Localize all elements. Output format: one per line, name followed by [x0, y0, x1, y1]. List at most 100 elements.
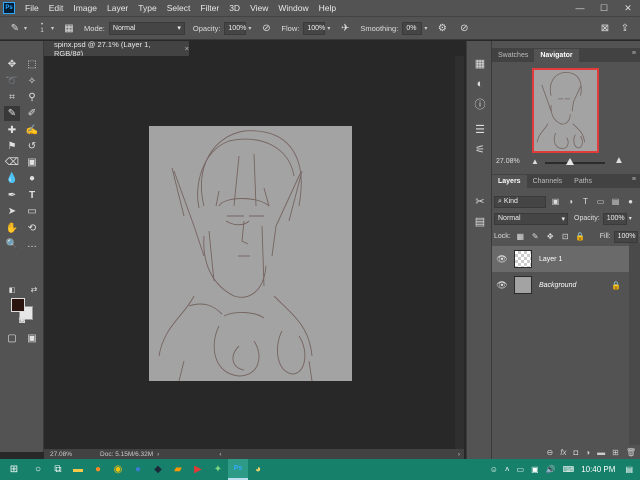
history-icon[interactable]: ▦	[472, 55, 488, 71]
panel-menu-icon[interactable]: ≡	[632, 50, 636, 57]
shape-filter-icon[interactable]: ▭	[595, 196, 606, 207]
menu-type[interactable]: Type	[138, 3, 156, 13]
chevron-down-icon[interactable]: ▾	[629, 215, 632, 222]
canvas-area[interactable]	[44, 56, 455, 449]
steam-icon[interactable]: ◆	[148, 459, 168, 480]
chrome-icon[interactable]: ◉	[108, 459, 128, 480]
clock[interactable]: 10:40 PM	[581, 465, 615, 474]
path-selection-tool-icon[interactable]: ➤	[4, 204, 20, 219]
adjustment-layer-icon[interactable]: ◑	[585, 448, 590, 457]
gear-icon[interactable]: ⚙	[435, 21, 449, 35]
default-colors-icon[interactable]: ◧	[4, 282, 20, 297]
type-tool-icon[interactable]: T	[24, 188, 40, 203]
chevron-right-icon[interactable]: ›	[157, 451, 159, 458]
app-icon[interactable]: ◕	[248, 459, 268, 480]
panel-menu-icon[interactable]: ≡	[632, 176, 636, 183]
brush-settings-icon[interactable]: ▦	[62, 21, 76, 35]
menu-select[interactable]: Select	[167, 3, 191, 13]
lock-transparency-icon[interactable]: ▦	[515, 231, 526, 242]
navigator-preview[interactable]	[532, 68, 599, 153]
display-icon[interactable]: ▣	[531, 465, 539, 474]
document-tab[interactable]: spinx.psd @ 27.1% (Layer 1, RGB/8#) ×	[44, 40, 189, 58]
firefox-nightly-icon[interactable]: ●	[128, 459, 148, 480]
close-icon[interactable]: ×	[185, 44, 189, 53]
pressure-size-icon[interactable]: ⊘	[457, 21, 471, 35]
new-layer-icon[interactable]: ⊞	[612, 448, 619, 457]
move-tool-icon[interactable]: ✥	[4, 57, 20, 72]
menu-file[interactable]: File	[25, 3, 39, 13]
filter-toggle-icon[interactable]: ●	[625, 196, 636, 207]
adjustments-icon[interactable]: ☰	[472, 121, 488, 137]
marquee-tool-icon[interactable]: ⬚	[24, 57, 40, 72]
properties-icon[interactable]: ⚟	[472, 141, 488, 157]
adjustment-filter-icon[interactable]: ◑	[565, 196, 576, 207]
layers-scrollbar[interactable]	[629, 243, 640, 445]
tab-paths[interactable]: Paths	[568, 175, 598, 188]
pencil-tool-icon[interactable]: ✐	[24, 106, 40, 121]
magic-wand-tool-icon[interactable]: ✧	[24, 74, 40, 89]
healing-tool-icon[interactable]: ✚	[4, 123, 20, 138]
lock-pixels-icon[interactable]: ✎	[530, 231, 541, 242]
chevron-down-icon[interactable]: ▾	[327, 25, 330, 32]
menu-window[interactable]: Window	[278, 3, 308, 13]
opacity-field[interactable]: 100%	[224, 21, 247, 35]
tab-channels[interactable]: Channels	[527, 175, 569, 188]
filter-kind-select[interactable]: ⌕ Kind	[494, 195, 546, 208]
volume-icon[interactable]: 🔊	[546, 465, 556, 474]
menu-3d[interactable]: 3D	[229, 3, 240, 13]
layer-row-background[interactable]: 👁 Background 🔒	[492, 272, 629, 298]
zoom-readout[interactable]: 27.08%	[50, 451, 72, 458]
hand-tool-icon[interactable]: ✋	[4, 221, 20, 236]
foreground-color-swatch[interactable]	[11, 298, 25, 312]
media-icon[interactable]: ▶	[188, 459, 208, 480]
lasso-tool-icon[interactable]: ➰	[4, 74, 20, 89]
menu-layer[interactable]: Layer	[107, 3, 128, 13]
layer-name[interactable]: Layer 1	[539, 256, 562, 263]
menu-help[interactable]: Help	[319, 3, 336, 13]
artboard-icon[interactable]: ⊡	[560, 231, 571, 242]
fill-field[interactable]: 100%	[613, 230, 638, 243]
delete-layer-icon[interactable]: 🗑	[626, 448, 636, 457]
layer-opacity-field[interactable]: 100%	[602, 212, 627, 225]
photoshop-logo-icon[interactable]: Ps	[3, 2, 15, 14]
symmetry-icon[interactable]: ⊠	[598, 21, 612, 35]
screen-mode-icon[interactable]: ▣	[24, 331, 40, 346]
slider-handle-icon[interactable]	[566, 158, 574, 165]
menu-view[interactable]: View	[250, 3, 268, 13]
zoom-out-icon[interactable]: ▲	[531, 157, 539, 166]
chevron-down-icon[interactable]: ▾	[248, 25, 251, 32]
smart-object-filter-icon[interactable]: ▤	[610, 196, 621, 207]
swap-colors-icon[interactable]: ⇄	[26, 282, 42, 297]
minimize-button[interactable]: —	[568, 0, 592, 16]
chevron-down-icon[interactable]: ▾	[424, 25, 427, 32]
share-icon[interactable]: ⇪	[618, 21, 632, 35]
task-view-icon[interactable]: ⧉	[48, 459, 68, 480]
screen-mode-icon[interactable]: ▢	[4, 331, 20, 346]
zoom-in-icon[interactable]: ▲	[614, 155, 624, 166]
app-icon[interactable]: ✦	[208, 459, 228, 480]
network-icon[interactable]: ▭	[517, 465, 525, 474]
chevron-right-icon[interactable]: ›	[458, 451, 460, 458]
more-tools-icon[interactable]: …	[24, 237, 40, 252]
tab-navigator[interactable]: Navigator	[534, 49, 579, 62]
keyboard-icon[interactable]: ⌨	[563, 465, 575, 474]
maximize-button[interactable]: ☐	[592, 0, 616, 16]
new-group-icon[interactable]: ▬	[597, 448, 605, 457]
fx-icon[interactable]: fx	[560, 448, 566, 457]
people-icon[interactable]: ☺	[490, 465, 498, 474]
mixer-brush-tool-icon[interactable]: ✍	[24, 123, 40, 138]
lock-all-icon[interactable]: 🔒	[575, 231, 586, 242]
flow-field[interactable]: 100%	[303, 21, 326, 35]
info-icon[interactable]: ⓘ	[472, 96, 488, 112]
chevron-down-icon[interactable]: ▾	[24, 25, 27, 32]
vertical-scrollbar[interactable]	[455, 56, 464, 449]
blur-tool-icon[interactable]: 💧	[4, 171, 20, 186]
brush-size-icon[interactable]: • 1	[35, 21, 49, 35]
navigator-zoom-value[interactable]: 27.08%	[496, 158, 520, 165]
brush-settings-icon[interactable]: ✂	[472, 193, 488, 209]
tab-swatches[interactable]: Swatches	[492, 49, 534, 62]
file-explorer-icon[interactable]: ▬	[68, 459, 88, 480]
tab-layers[interactable]: Layers	[492, 175, 527, 188]
shape-tool-icon[interactable]: ▭	[24, 204, 40, 219]
menu-edit[interactable]: Edit	[49, 3, 64, 13]
